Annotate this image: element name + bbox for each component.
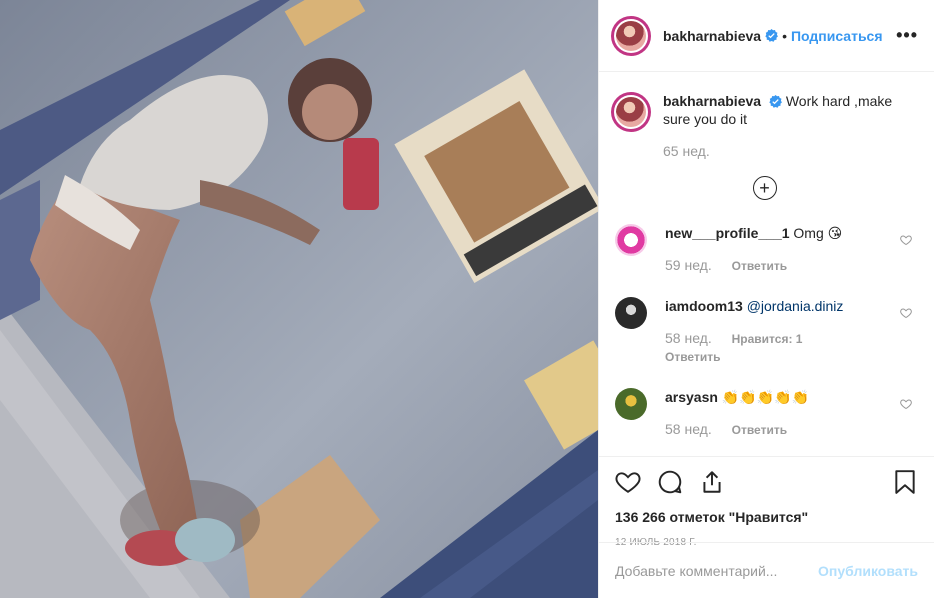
caption-author[interactable]: bakharnabieva [663, 93, 761, 109]
comment-avatar[interactable] [615, 224, 647, 256]
comment-item: arsyasn 👏👏👏👏👏 58 нед. Ответить [611, 388, 918, 439]
comment-like-icon[interactable] [900, 234, 912, 246]
bookmark-icon[interactable] [892, 469, 918, 495]
comment-username[interactable]: iamdoom13 [665, 298, 743, 314]
comment-time: 58 нед. [665, 421, 712, 437]
plus-circle-icon[interactable]: + [752, 176, 777, 200]
comment-mention[interactable]: @jordania.diniz [747, 298, 844, 314]
comment-time: 59 нед. [665, 257, 712, 273]
post-photo[interactable] [0, 0, 598, 598]
follow-button[interactable]: Подписаться [791, 28, 883, 44]
caption: bakharnabieva Work hard ,make sure you d… [611, 72, 918, 160]
comments-list[interactable]: bakharnabieva Work hard ,make sure you d… [599, 72, 934, 456]
comment-time: 58 нед. [665, 330, 712, 346]
comment-username[interactable]: new___profile___1 [665, 225, 790, 241]
author-avatar[interactable] [611, 15, 651, 56]
load-more: + [611, 176, 918, 200]
likes-count[interactable]: 136 266 отметок "Нравится" [615, 509, 918, 525]
comment-item: iamdoom13 @jordania.diniz 58 нед. Нравит… [611, 297, 918, 366]
comment-text: 👏👏👏👏👏 [721, 389, 809, 405]
comment-like-icon[interactable] [900, 398, 912, 410]
share-icon[interactable] [699, 469, 725, 495]
reply-button[interactable]: Ответить [732, 259, 787, 273]
comment-likes-count[interactable]: Нравится: 1 [732, 332, 803, 346]
post-header: bakharnabieva • Подписаться ••• [599, 0, 934, 72]
action-icons [615, 469, 918, 495]
header-separator: • [782, 27, 787, 44]
add-comment-bar: Опубликовать [599, 542, 934, 598]
caption-time: 65 нед. [663, 143, 710, 159]
comment-username[interactable]: arsyasn [665, 389, 718, 405]
comment-avatar[interactable] [615, 388, 647, 420]
post-sidebar: bakharnabieva • Подписаться ••• bakharna… [598, 0, 934, 598]
comment-avatar[interactable] [615, 297, 647, 329]
heart-icon[interactable] [615, 469, 641, 495]
photo-illustration [0, 0, 598, 598]
comment-item: new___profile___1 Omg 😘 59 нед. Ответить [611, 224, 918, 275]
author-username[interactable]: bakharnabieva [663, 28, 761, 44]
publish-button[interactable]: Опубликовать [818, 563, 918, 579]
comment-like-icon[interactable] [900, 307, 912, 319]
comment-icon[interactable] [657, 469, 683, 495]
comment-text: Omg 😘 [793, 225, 843, 241]
more-options-icon[interactable]: ••• [896, 25, 918, 46]
verified-badge-icon [765, 29, 778, 42]
verified-badge-icon [769, 95, 782, 108]
comment-input[interactable] [615, 562, 819, 579]
post-modal: bakharnabieva • Подписаться ••• bakharna… [0, 0, 934, 598]
reply-button[interactable]: Ответить [665, 348, 890, 366]
reply-button[interactable]: Ответить [732, 423, 787, 437]
caption-author-avatar[interactable] [611, 92, 651, 132]
